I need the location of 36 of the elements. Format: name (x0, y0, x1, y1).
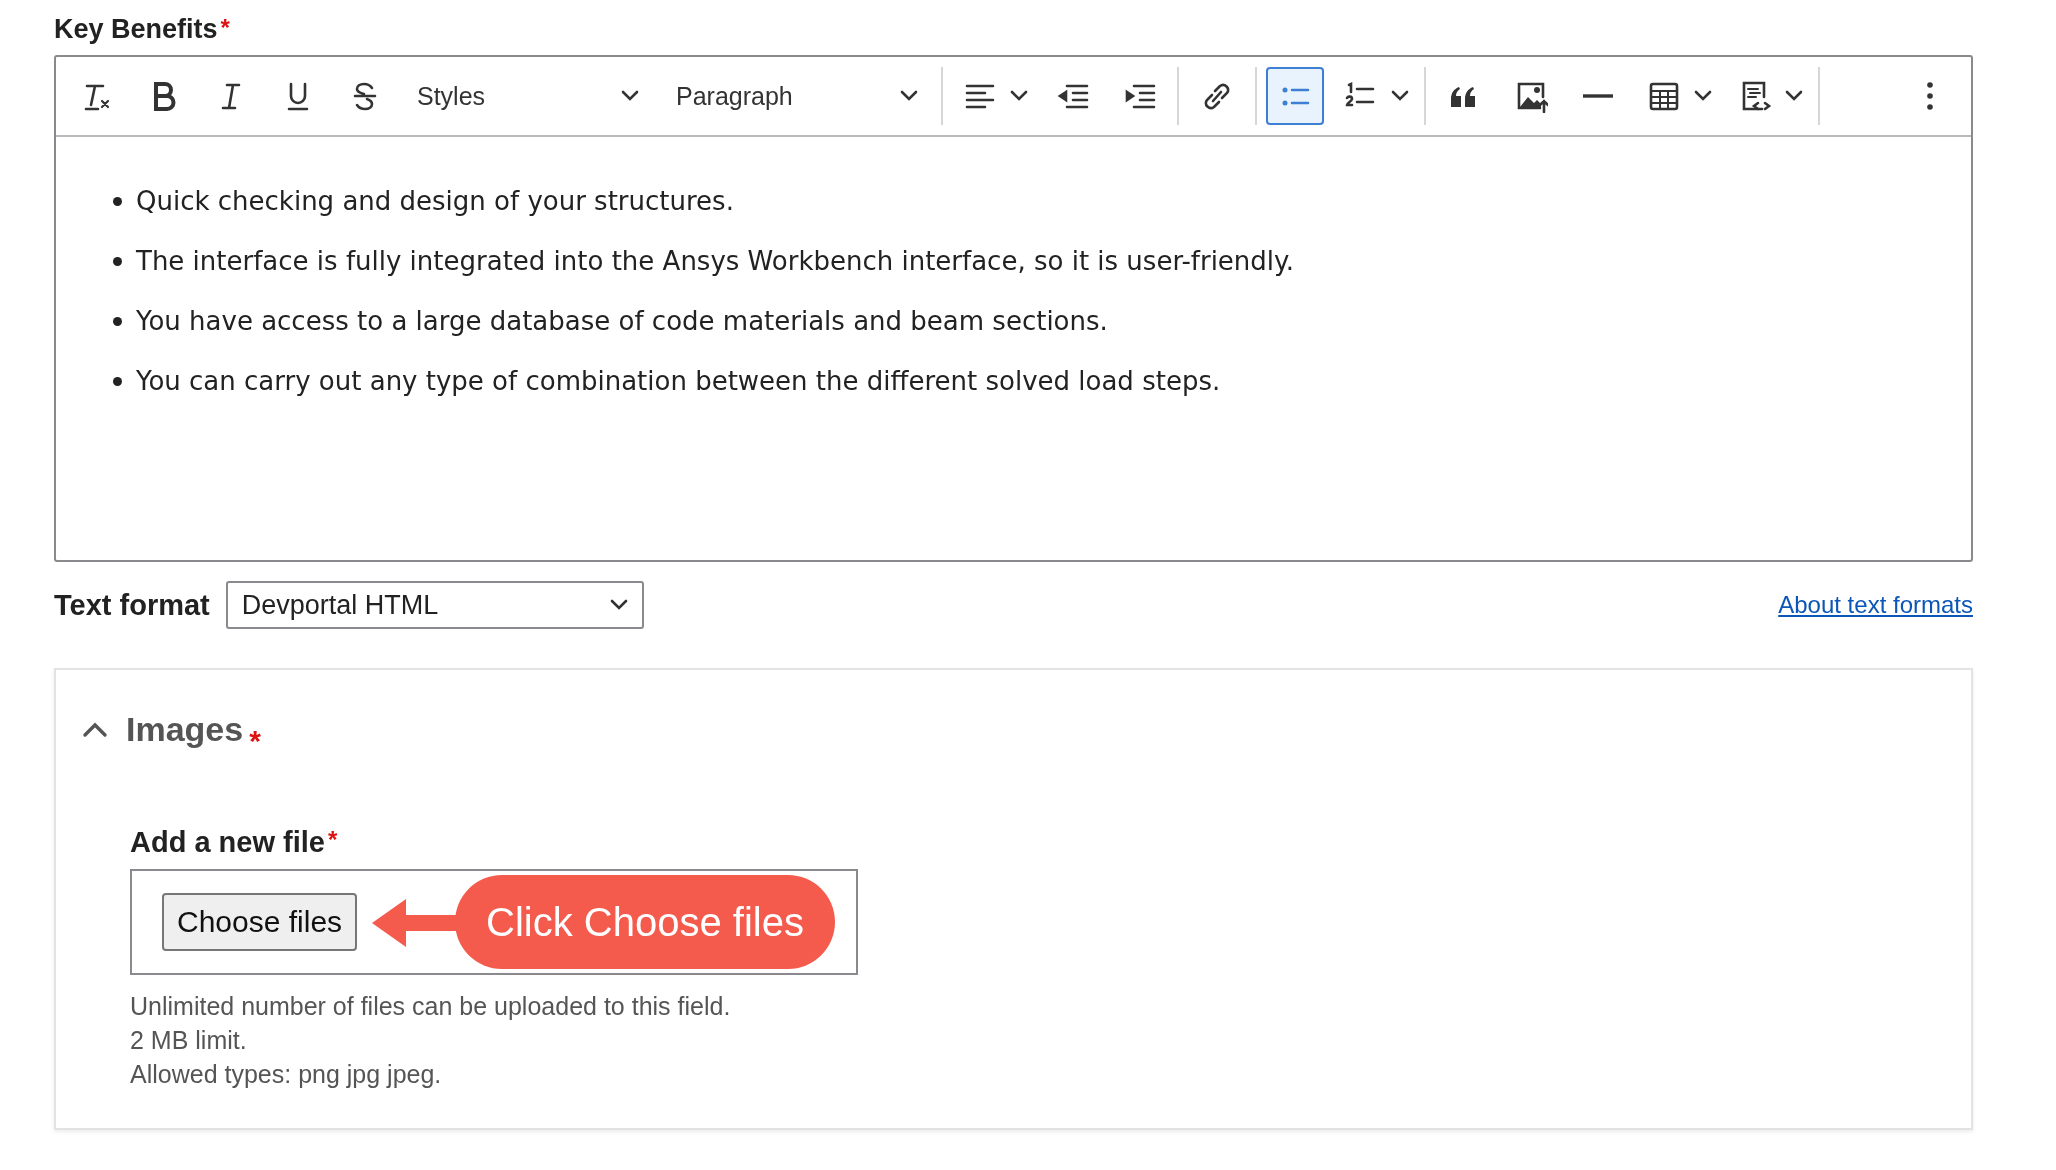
callout-label: Click Choose files (455, 875, 835, 969)
file-input-field[interactable]: Choose files Click Choose files (130, 869, 858, 975)
chevron-down-icon (621, 90, 639, 102)
help-text: 2 MB limit. (130, 1025, 248, 1056)
field-label: Add a new file (130, 826, 325, 859)
chevron-down-icon (1010, 90, 1028, 102)
about-text-formats-link[interactable]: About text formats (1778, 591, 1973, 619)
field-label: Key Benefits (54, 14, 218, 45)
help-text: Unlimited number of files can be uploaded to this field. (130, 991, 732, 1022)
chevron-down-icon (1391, 90, 1409, 102)
field-label: Text format (54, 588, 210, 622)
images-section-toggle[interactable]: Images (82, 709, 244, 749)
list-item: You have access to a large database of code materials and beam sections. (136, 305, 1108, 337)
chevron-down-icon (1785, 90, 1803, 102)
help-text: Allowed types: png jpg jpeg. (130, 1059, 443, 1090)
required-mark: * (249, 724, 261, 758)
required-mark: * (328, 826, 338, 854)
horizontal-line-icon (1581, 93, 1615, 99)
bullet-icon (113, 376, 122, 386)
chevron-down-icon (1694, 90, 1712, 102)
list-item: The interface is fully integrated into the Ansys Workbench interface, so it is user-friendly. (136, 245, 1294, 277)
text-format-dropdown[interactable]: Devportal HTML (225, 581, 644, 629)
list-item: Quick checking and design of your structures. (136, 185, 734, 217)
bullet-icon (113, 196, 122, 206)
bullet-icon (113, 256, 122, 266)
required-mark: * (220, 14, 230, 42)
choose-files-button[interactable]: Choose files (162, 893, 358, 951)
bullet-icon (113, 316, 122, 326)
toolbar-dropdown[interactable]: Styles (403, 67, 653, 125)
list-item: You can carry out any type of combination between the different solved load steps. (136, 365, 1221, 397)
chevron-up-icon (82, 720, 108, 738)
toolbar-dropdown[interactable]: Paragraph (662, 67, 932, 125)
rich-text-editor[interactable] (54, 55, 1973, 562)
chevron-down-icon (900, 90, 918, 102)
chevron-down-icon (609, 599, 628, 611)
more-icon (1927, 82, 1933, 110)
